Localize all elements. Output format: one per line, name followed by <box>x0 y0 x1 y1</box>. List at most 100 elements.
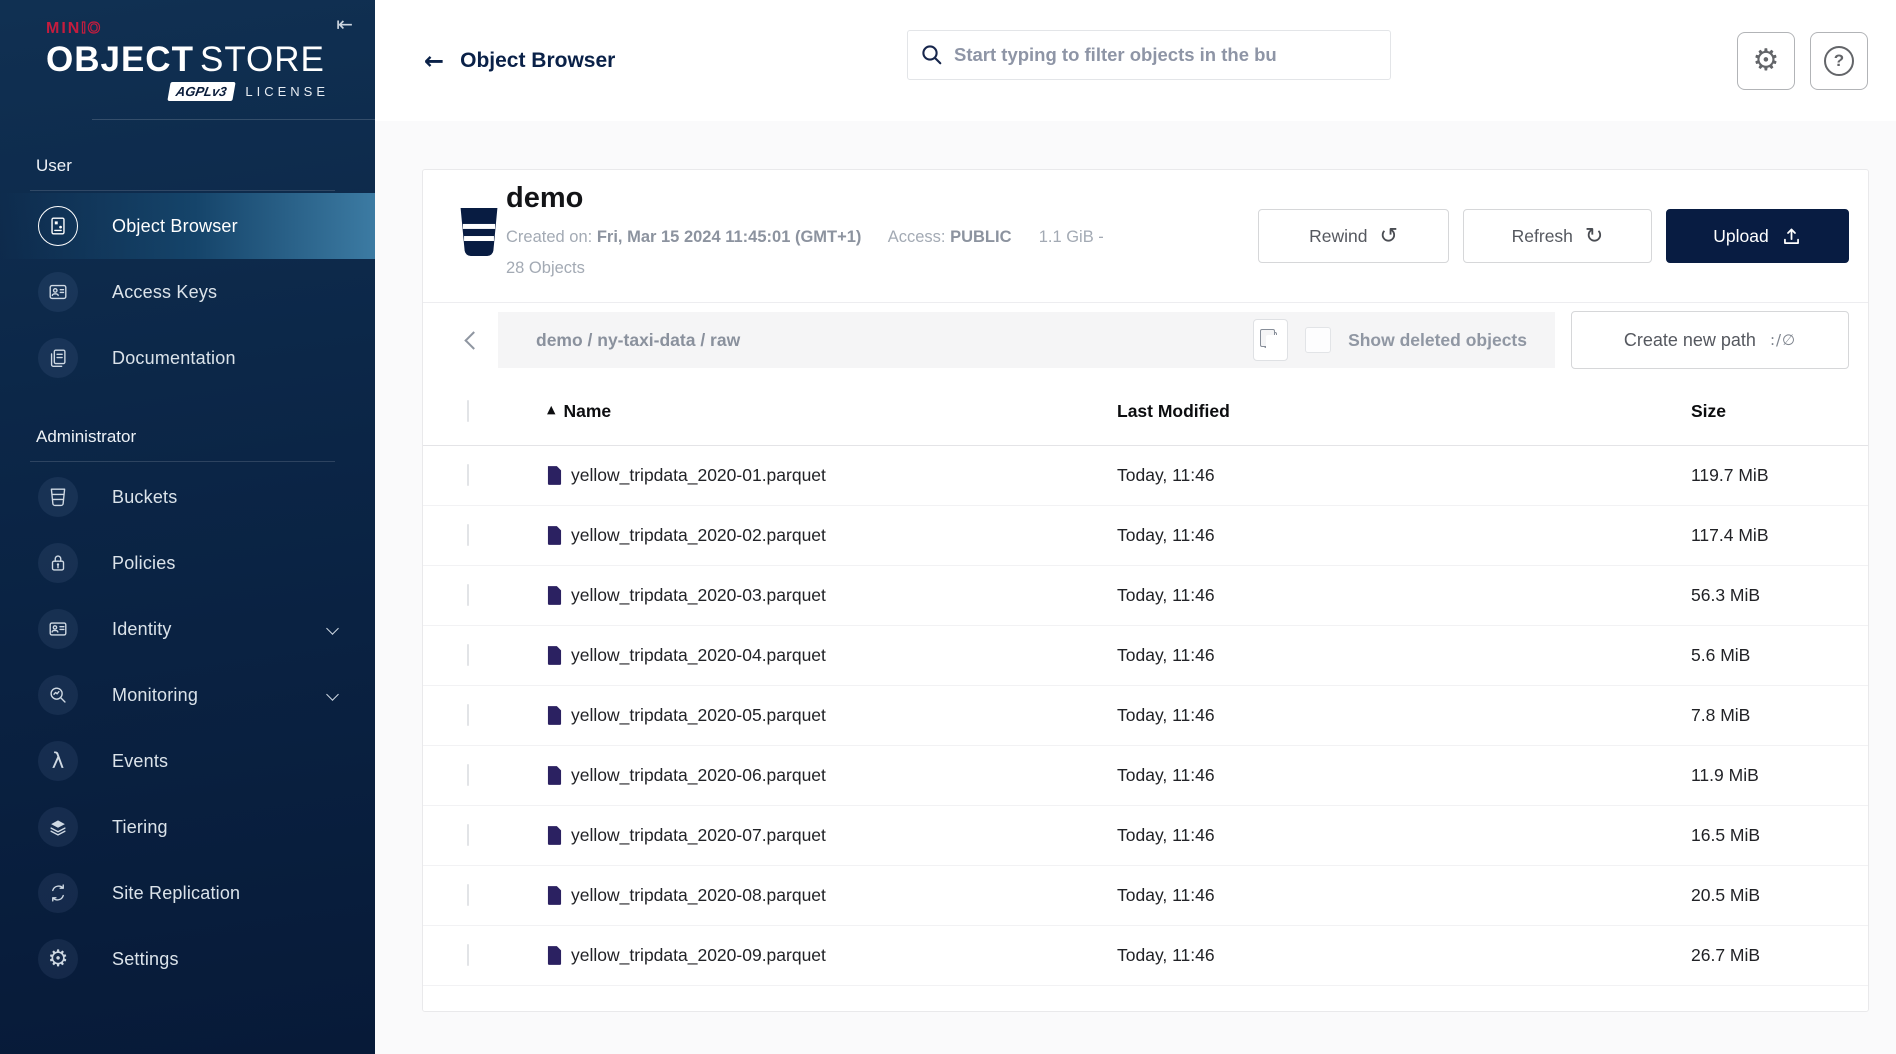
show-deleted-label: Show deleted objects <box>1348 330 1527 351</box>
column-header-name[interactable]: ▲Name <box>547 401 1117 422</box>
row-checkbox[interactable] <box>467 644 469 666</box>
object-name[interactable]: yellow_tripdata_2020-06.parquet <box>571 765 826 786</box>
logo-divider <box>92 119 375 120</box>
object-size: 117.4 MiB <box>1691 525 1868 546</box>
title-bold: OBJECT <box>46 40 194 79</box>
sidebar-item-policies[interactable]: Policies <box>0 530 375 596</box>
refresh-label: Refresh <box>1512 226 1573 247</box>
brand-outline-text: IO <box>81 20 102 37</box>
table-row[interactable]: yellow_tripdata_2020-07.parquet Today, 1… <box>423 806 1868 866</box>
browse-toolbar: demo / ny-taxi-data / raw Show deleted o… <box>423 303 1868 377</box>
table-row[interactable]: yellow_tripdata_2020-04.parquet Today, 1… <box>423 626 1868 686</box>
sidebar-item-label: Settings <box>112 949 179 970</box>
row-checkbox[interactable] <box>467 584 469 606</box>
object-name[interactable]: yellow_tripdata_2020-02.parquet <box>571 525 826 546</box>
page-title: Object Browser <box>460 49 615 73</box>
copy-icon <box>1264 332 1277 348</box>
object-name[interactable]: yellow_tripdata_2020-09.parquet <box>571 945 826 966</box>
table-row[interactable]: yellow_tripdata_2020-03.parquet Today, 1… <box>423 566 1868 626</box>
search-icon <box>920 43 944 67</box>
bucket-card-header: demo Created on: Fri, Mar 15 2024 11:45:… <box>423 170 1868 303</box>
sidebar-item-label: Events <box>112 751 168 772</box>
buckets-icon <box>38 477 78 517</box>
column-header-size[interactable]: Size <box>1691 401 1868 422</box>
table-body: yellow_tripdata_2020-01.parquet Today, 1… <box>423 446 1868 986</box>
create-path-icon: :/∅ <box>1770 331 1796 349</box>
row-checkbox[interactable] <box>467 884 469 906</box>
table-row[interactable]: yellow_tripdata_2020-09.parquet Today, 1… <box>423 926 1868 986</box>
access-value: PUBLIC <box>950 228 1011 246</box>
search-box[interactable] <box>907 30 1391 80</box>
sidebar-item-label: Access Keys <box>112 282 217 303</box>
row-checkbox[interactable] <box>467 704 469 726</box>
sidebar-section-divider <box>30 190 335 191</box>
row-checkbox[interactable] <box>467 524 469 546</box>
sidebar-item-tiering[interactable]: Tiering <box>0 794 375 860</box>
documentation-icon <box>38 338 78 378</box>
search-input[interactable] <box>954 44 1378 66</box>
object-name[interactable]: yellow_tripdata_2020-08.parquet <box>571 885 826 906</box>
table-row[interactable]: yellow_tripdata_2020-02.parquet Today, 1… <box>423 506 1868 566</box>
rewind-label: Rewind <box>1309 226 1367 247</box>
create-new-path-button[interactable]: Create new path :/∅ <box>1571 311 1849 369</box>
show-deleted-checkbox[interactable] <box>1305 327 1331 353</box>
breadcrumb[interactable]: demo / ny-taxi-data / raw <box>536 330 740 351</box>
row-checkbox[interactable] <box>467 944 469 966</box>
object-name[interactable]: yellow_tripdata_2020-01.parquet <box>571 465 826 486</box>
object-size: 56.3 MiB <box>1691 585 1868 606</box>
object-name[interactable]: yellow_tripdata_2020-03.parquet <box>571 585 826 606</box>
object-name[interactable]: yellow_tripdata_2020-05.parquet <box>571 705 826 726</box>
sidebar-item-documentation[interactable]: Documentation <box>0 325 375 391</box>
row-checkbox[interactable] <box>467 824 469 846</box>
sidebar-section-divider <box>30 461 335 462</box>
column-header-last-modified[interactable]: Last Modified <box>1117 401 1691 422</box>
table-row[interactable]: yellow_tripdata_2020-05.parquet Today, 1… <box>423 686 1868 746</box>
table-row[interactable]: yellow_tripdata_2020-06.parquet Today, 1… <box>423 746 1868 806</box>
chevron-down-icon[interactable] <box>326 622 339 635</box>
copy-path-button[interactable] <box>1253 319 1288 361</box>
license-label: LICENSE <box>245 84 329 99</box>
brand-red-text: MIN <box>46 20 81 37</box>
sidebar-item-buckets[interactable]: Buckets <box>0 464 375 530</box>
back-arrow-icon[interactable]: ← <box>424 47 444 75</box>
site-replication-icon <box>38 873 78 913</box>
object-size: 16.5 MiB <box>1691 825 1868 846</box>
access-keys-icon <box>38 272 78 312</box>
object-size: 20.5 MiB <box>1691 885 1868 906</box>
object-last-modified: Today, 11:46 <box>1117 465 1691 486</box>
chevron-down-icon[interactable] <box>326 688 339 701</box>
object-last-modified: Today, 11:46 <box>1117 525 1691 546</box>
title-light: STORE <box>200 40 325 79</box>
upload-icon <box>1781 226 1802 247</box>
breadcrumb-back-button[interactable] <box>448 312 498 368</box>
sidebar-item-identity[interactable]: Identity <box>0 596 375 662</box>
minio-logo: MINIO OBJECTSTORE AGPLv3 LICENSE <box>0 0 375 120</box>
sidebar-collapse-icon[interactable]: ⇤ <box>336 12 353 36</box>
select-all-checkbox[interactable] <box>467 400 469 422</box>
object-last-modified: Today, 11:46 <box>1117 645 1691 666</box>
row-checkbox[interactable] <box>467 764 469 786</box>
sidebar-item-site-replication[interactable]: Site Replication <box>0 860 375 926</box>
row-checkbox[interactable] <box>467 464 469 486</box>
object-name[interactable]: yellow_tripdata_2020-07.parquet <box>571 825 826 846</box>
settings-button[interactable]: ⚙ <box>1737 32 1795 90</box>
sidebar-item-monitoring[interactable]: Monitoring <box>0 662 375 728</box>
rewind-button[interactable]: Rewind ↺ <box>1258 209 1449 263</box>
sidebar-item-object-browser[interactable]: Object Browser <box>0 193 375 259</box>
refresh-button[interactable]: Refresh ↻ <box>1463 209 1652 263</box>
object-size: 7.8 MiB <box>1691 705 1868 726</box>
table-row[interactable]: yellow_tripdata_2020-08.parquet Today, 1… <box>423 866 1868 926</box>
gear-icon: ⚙ <box>1753 46 1780 76</box>
bucket-icon <box>456 206 502 263</box>
sidebar-item-access-keys[interactable]: Access Keys <box>0 259 375 325</box>
sidebar-item-settings[interactable]: ⚙Settings <box>0 926 375 992</box>
parquet-file-icon <box>547 466 562 485</box>
help-button[interactable]: ? <box>1810 32 1868 90</box>
table-row[interactable]: yellow_tripdata_2020-01.parquet Today, 1… <box>423 446 1868 506</box>
upload-button[interactable]: Upload <box>1666 209 1849 263</box>
sidebar-item-events[interactable]: λEvents <box>0 728 375 794</box>
created-on-label: Created on: <box>506 228 592 246</box>
object-name[interactable]: yellow_tripdata_2020-04.parquet <box>571 645 826 666</box>
help-icon: ? <box>1824 46 1854 76</box>
policies-icon <box>38 543 78 583</box>
